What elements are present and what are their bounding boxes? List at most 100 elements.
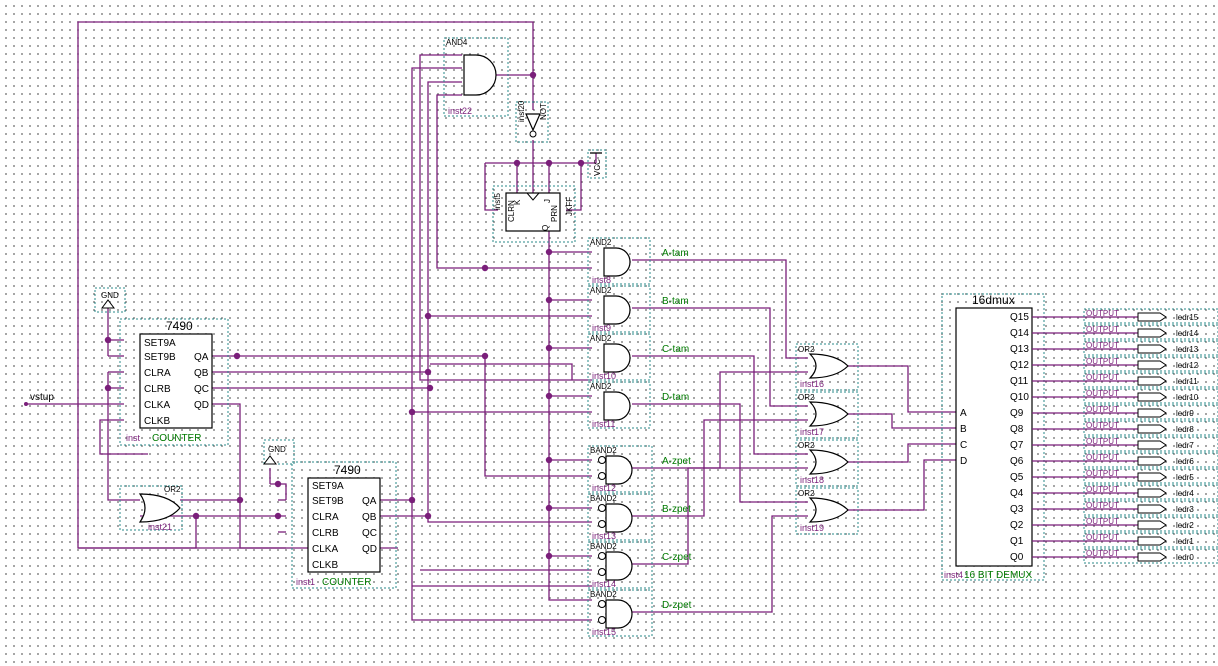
ground-icon <box>101 299 115 309</box>
gate-type: AND2 <box>590 382 612 391</box>
or-gate-inst16[interactable]: OR2 inst16 <box>795 343 859 391</box>
instance-label: inst16 <box>800 379 824 389</box>
gnd-symbol-a: GND <box>94 287 126 313</box>
inversion-bubble <box>529 130 537 138</box>
gate-type: OR2 <box>798 489 815 498</box>
or-gate-body <box>808 353 849 379</box>
output-pin-ledr11[interactable]: OUTPUT ledr11 <box>1032 372 1218 388</box>
instance-label: inst4 <box>944 570 963 580</box>
output-pin-ledr3[interactable]: OUTPUT ledr3 <box>1032 500 1218 516</box>
and-gates: AND2inst8A-tamAND2inst9B-tamAND2inst10C-… <box>587 237 689 429</box>
pin-type: OUTPUT <box>1086 501 1119 510</box>
output-pin-ledr15[interactable]: OUTPUT ledr15 <box>1032 308 1218 324</box>
gate-type: BAND2 <box>590 590 617 599</box>
instance-label: inst13 <box>592 531 616 541</box>
band-gate-body <box>605 599 633 629</box>
output-pin-ledr6[interactable]: OUTPUT ledr6 <box>1032 452 1218 468</box>
component-type: JKFF <box>565 197 574 216</box>
and-gate-inst9[interactable]: AND2 inst9 B-tam <box>587 285 689 333</box>
counter-7490-b[interactable]: 7490 SET9A SET9B CLRA CLRB CLKA CLKB QA … <box>291 461 397 589</box>
inversion-bubble <box>598 552 606 560</box>
band-gate-inst15[interactable]: BAND2 inst15 D-zpet <box>587 589 692 637</box>
counter-title: 7490 <box>166 319 193 333</box>
pin-prn: PRN <box>550 205 559 222</box>
pin-set9b: SET9B <box>144 352 176 363</box>
output-pin-ledr7[interactable]: OUTPUT ledr7 <box>1032 436 1218 452</box>
jk-flipflop[interactable]: inst5 CLRN K J PRN Q JKFF <box>492 185 576 243</box>
output-pin-icon <box>1137 376 1167 386</box>
or-gate-inst17[interactable]: OR2 inst17 <box>795 391 859 439</box>
pin-type: OUTPUT <box>1086 405 1119 414</box>
output-pin-ledr0[interactable]: OUTPUT ledr0 <box>1032 548 1218 564</box>
not-gate-body <box>525 113 541 132</box>
counter-title: 7490 <box>334 463 361 477</box>
gate-type: BAND2 <box>590 446 617 455</box>
output-pin-ledr5[interactable]: OUTPUT ledr5 <box>1032 468 1218 484</box>
pin-q: Q <box>541 225 550 231</box>
output-pin-ledr12[interactable]: OUTPUT ledr12 <box>1032 356 1218 372</box>
or-gate-inst21[interactable]: OR2 inst21 <box>119 485 183 532</box>
counter-7490-a[interactable]: 7490 SET9A SET9B CLRA CLRB CLKA CLKB QA … <box>119 318 229 446</box>
or-gate-inst19[interactable]: OR2 inst19 <box>795 487 859 535</box>
component-type: COUNTER <box>152 433 201 444</box>
output-pin-icon <box>1137 312 1167 322</box>
net-label: A-zpet <box>662 456 691 467</box>
instance-label: inst21 <box>148 522 172 532</box>
gate-type: AND2 <box>590 238 612 247</box>
schematic-canvas: vstup 7490 SET9A SET9B CLRA CLRB CLKA CL… <box>24 21 1218 637</box>
pin-clka: CLKA <box>144 400 170 411</box>
output-pin-ledr13[interactable]: OUTPUT ledr13 <box>1032 340 1218 356</box>
pin-name: ledr13 <box>1176 345 1199 354</box>
not-gate[interactable]: inst20 NOT <box>515 100 549 143</box>
demux-16bit[interactable]: 16dmux inst4 16 BIT DEMUX ABCD Q15 Q14 Q13 Q… <box>941 293 1045 581</box>
output-pin-icon <box>1137 424 1167 434</box>
pin-clrb: CLRB <box>144 384 171 395</box>
pin-qd: QD <box>362 544 377 555</box>
net-label: B-zpet <box>662 504 691 515</box>
input-pin-vstup[interactable]: vstup <box>30 392 54 403</box>
or-gate-inst18[interactable]: OR2 inst18 <box>795 439 859 487</box>
net-label: B-tam <box>662 296 689 307</box>
demux-output-Q0: Q0 <box>1010 552 1024 563</box>
band-gate-inst13[interactable]: BAND2 inst13 B-zpet <box>587 493 691 541</box>
and-gate-inst11[interactable]: AND2 inst11 D-tam <box>587 381 689 429</box>
demux-output-Q1: Q1 <box>1010 536 1024 547</box>
output-pin-ledr1[interactable]: OUTPUT ledr1 <box>1032 532 1218 548</box>
output-pin-ledr4[interactable]: OUTPUT ledr4 <box>1032 484 1218 500</box>
pin-k: K <box>513 199 522 205</box>
output-pin-ledr2[interactable]: OUTPUT ledr2 <box>1032 516 1218 532</box>
inversion-bubble <box>598 616 606 624</box>
output-pin-ledr10[interactable]: OUTPUT ledr10 <box>1032 388 1218 404</box>
pin-type: OUTPUT <box>1086 485 1119 494</box>
pin-type: OUTPUT <box>1086 373 1119 382</box>
net-label: D-zpet <box>662 600 692 611</box>
band-gate-body <box>605 551 633 581</box>
and-gate-inst10[interactable]: AND2 inst10 C-tam <box>587 333 689 381</box>
pin-name: ledr9 <box>1176 409 1194 418</box>
demux-output-Q13: Q13 <box>1010 344 1029 355</box>
pin-set9a: SET9A <box>312 481 344 492</box>
band-gate-body <box>605 503 633 533</box>
output-pin-ledr14[interactable]: OUTPUT ledr14 <box>1032 324 1218 340</box>
output-pin-ledr8[interactable]: OUTPUT ledr8 <box>1032 420 1218 436</box>
output-pin-icon <box>1137 360 1167 370</box>
demux-input-C: C <box>960 440 967 451</box>
pin-qa: QA <box>362 496 377 507</box>
output-pin-icon <box>1137 440 1167 450</box>
demux-output-Q9: Q9 <box>1010 408 1024 419</box>
demux-output-Q7: Q7 <box>1010 440 1024 451</box>
pin-type: OUTPUT <box>1086 325 1119 334</box>
output-pin-icon <box>1137 520 1167 530</box>
band-gate-inst14[interactable]: BAND2 inst14 C-zpet <box>587 541 692 589</box>
and4-gate[interactable]: AND4 inst22 <box>443 37 509 117</box>
instance-label: inst19 <box>800 523 824 533</box>
output-pin-ledr9[interactable]: OUTPUT ledr9 <box>1032 404 1218 420</box>
demux-output-Q11: Q11 <box>1010 376 1029 387</box>
net-label: D-tam <box>662 392 689 403</box>
pin-qd: QD <box>194 400 209 411</box>
output-pin-icon <box>1137 504 1167 514</box>
inversion-bubble <box>598 504 606 512</box>
and-gate-inst8[interactable]: AND2 inst8 A-tam <box>587 237 689 285</box>
band-gate-inst12[interactable]: BAND2 inst12 A-zpet <box>587 445 691 493</box>
pin-name: ledr5 <box>1176 473 1194 482</box>
